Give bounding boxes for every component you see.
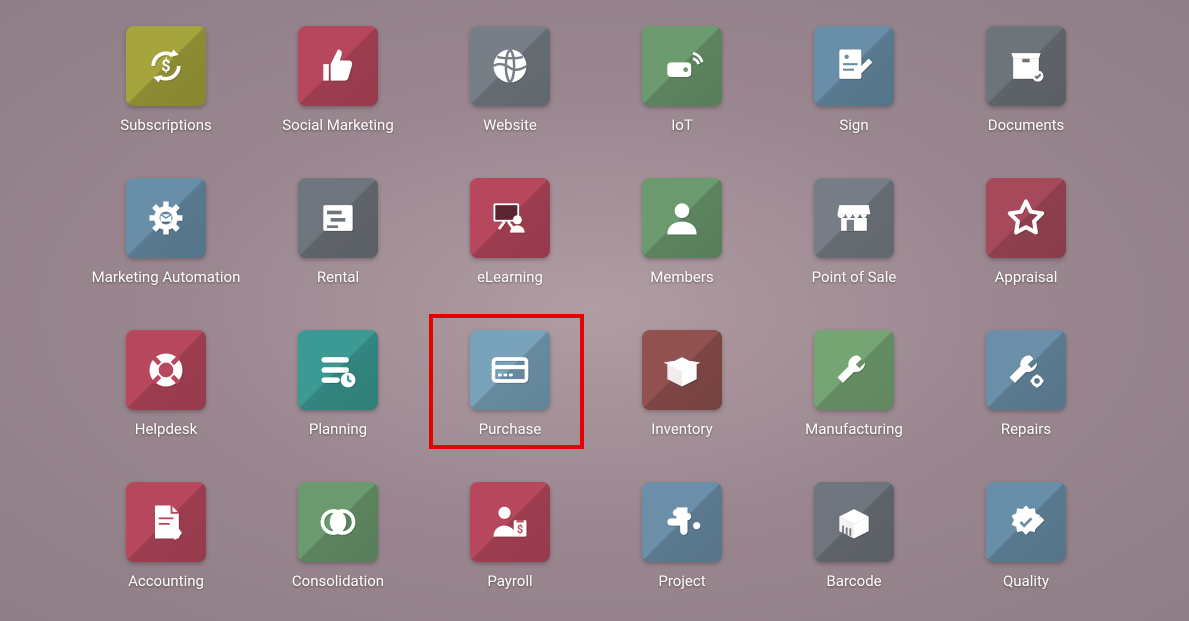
app-launcher-planning[interactable]: Planning [252,322,424,470]
file-gear-icon [126,482,206,562]
app-label: eLearning [477,268,543,286]
app-label: Quality [1003,572,1049,590]
app-launcher-inventory[interactable]: Inventory [596,322,768,470]
app-label: Purchase [479,420,542,438]
app-launcher-appraisal[interactable]: Appraisal [940,170,1112,318]
app-launcher-project[interactable]: Project [596,474,768,621]
app-launcher-repairs[interactable]: Repairs [940,322,1112,470]
app-label: Website [483,116,537,134]
app-launcher-quality[interactable]: Quality [940,474,1112,621]
app-launcher-social-marketing[interactable]: Social Marketing [252,18,424,166]
app-label: Accounting [128,572,204,590]
app-launcher-rental[interactable]: Rental [252,170,424,318]
app-label: Helpdesk [135,420,197,438]
wrench-icon [814,330,894,410]
app-label: Manufacturing [805,420,903,438]
credit-card-icon [470,330,550,410]
app-label: Planning [309,420,367,438]
person-money-icon [470,482,550,562]
app-grid: Subscriptions Social Marketing Website IoT S… [80,18,1112,621]
app-launcher-elearning[interactable]: eLearning [424,170,596,318]
app-launcher-subscriptions[interactable]: Subscriptions [80,18,252,166]
subscriptions-icon [126,26,206,106]
app-launcher-sign[interactable]: Sign [768,18,940,166]
lifebuoy-icon [126,330,206,410]
globe-icon [470,26,550,106]
app-launcher-members[interactable]: Members [596,170,768,318]
app-label: IoT [671,116,693,134]
app-label: Social Marketing [282,116,394,134]
open-box-icon [642,330,722,410]
file-box-icon [986,26,1066,106]
iot-icon [642,26,722,106]
app-label: Project [658,572,705,590]
app-label: Inventory [651,420,712,438]
app-label: Payroll [487,572,532,590]
venn-icon [298,482,378,562]
app-label: Rental [317,268,359,286]
app-launcher-accounting[interactable]: Accounting [80,474,252,621]
storefront-icon [814,178,894,258]
puzzle-icon [642,482,722,562]
board-person-icon [470,178,550,258]
app-launcher-purchase[interactable]: Purchase [424,322,596,470]
app-label: Sign [839,116,868,134]
calendar-gantt-icon [298,178,378,258]
person-icon [642,178,722,258]
app-launcher-marketing-automation[interactable]: Marketing Automation [80,170,252,318]
signature-icon [814,26,894,106]
app-launcher-barcode[interactable]: Barcode [768,474,940,621]
app-label: Marketing Automation [92,268,241,286]
app-label: Repairs [1001,420,1051,438]
app-launcher-documents[interactable]: Documents [940,18,1112,166]
tasks-clock-icon [298,330,378,410]
app-launcher-helpdesk[interactable]: Helpdesk [80,322,252,470]
app-label: Documents [988,116,1065,134]
app-label: Point of Sale [812,268,897,286]
app-label: Members [650,268,713,286]
app-label: Subscriptions [120,116,211,134]
app-launcher-point-of-sale[interactable]: Point of Sale [768,170,940,318]
app-launcher-manufacturing[interactable]: Manufacturing [768,322,940,470]
app-label: Appraisal [995,268,1058,286]
app-label: Barcode [826,572,881,590]
app-label: Consolidation [292,572,384,590]
star-icon [986,178,1066,258]
wrench-gear-icon [986,330,1066,410]
badge-pencil-icon [986,482,1066,562]
app-launcher-iot[interactable]: IoT [596,18,768,166]
thumb-up-icon [298,26,378,106]
barcode-box-icon [814,482,894,562]
app-launcher-website[interactable]: Website [424,18,596,166]
app-launcher-consolidation[interactable]: Consolidation [252,474,424,621]
gear-mail-icon [126,178,206,258]
app-launcher-payroll[interactable]: Payroll [424,474,596,621]
